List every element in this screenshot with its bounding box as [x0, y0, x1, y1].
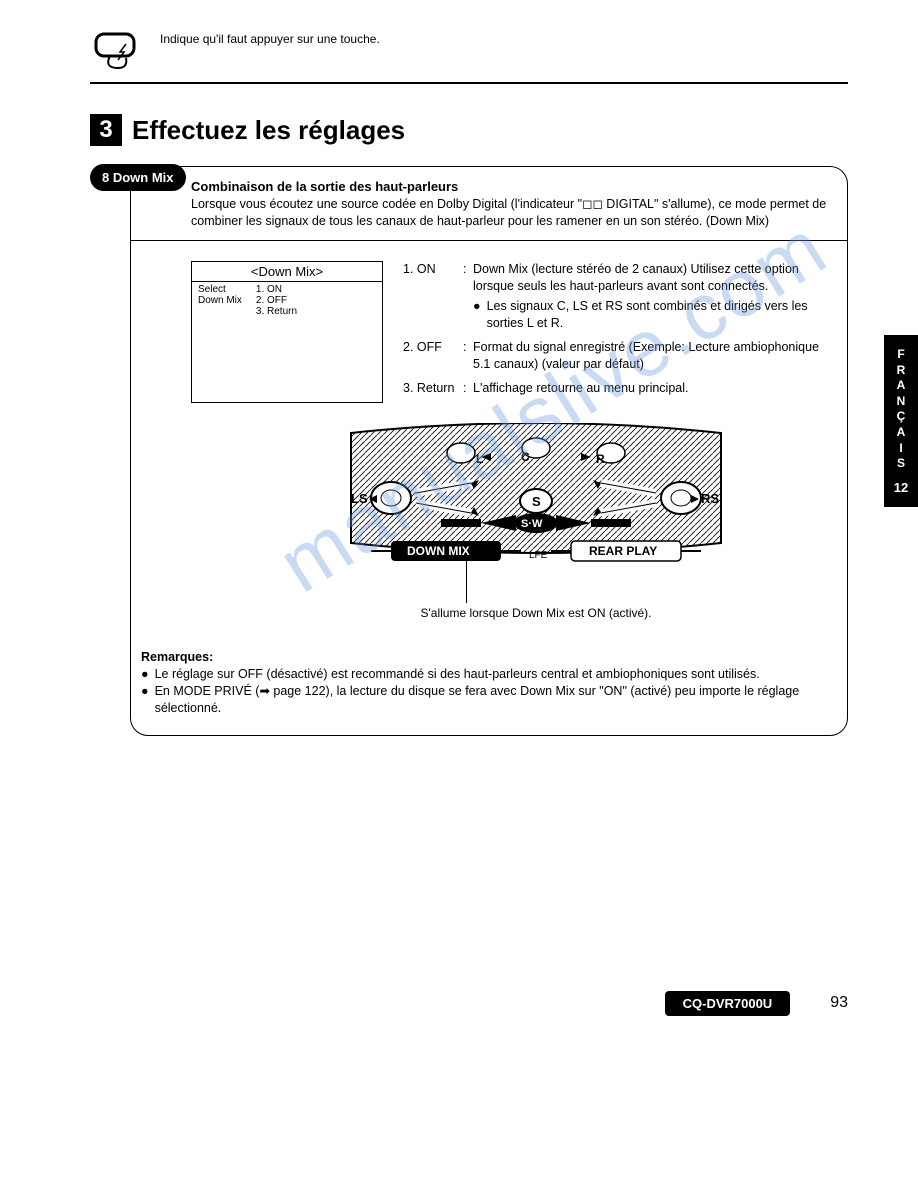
screen-right-col: 1. ON 2. OFF 3. Return: [256, 284, 297, 317]
screen-row: 2. OFF: [256, 295, 297, 306]
label-LS: LS: [351, 491, 368, 506]
remarks: Remarques: ● Le réglage sur OFF (désacti…: [141, 650, 829, 717]
speaker-diagram-svg: L C R LS RS: [341, 423, 731, 573]
option-text: L'affichage retourne au menu principal.: [473, 380, 829, 398]
divider: [90, 82, 848, 84]
screen-row: 3. Return: [256, 306, 297, 317]
bullet-icon: ●: [141, 666, 149, 683]
step-title: Effectuez les réglages: [132, 115, 405, 146]
section-number: 12: [884, 480, 918, 497]
screen-body: Select Down Mix 1. ON 2. OFF 3. Return: [192, 282, 382, 331]
label-LFE: LFE: [529, 550, 548, 561]
option-list: 1. ON : Down Mix (lecture stéréo de 2 ca…: [403, 261, 829, 404]
colon: :: [463, 339, 473, 374]
diagram-caption: S'allume lorsque Down Mix est ON (activé…: [341, 606, 731, 620]
two-column: <Down Mix> Select Down Mix 1. ON 2. OFF …: [191, 261, 829, 404]
header-text: Indique qu'il faut appuyer sur une touch…: [160, 30, 380, 48]
colon: :: [463, 261, 473, 333]
step-heading: 3 Effectuez les réglages: [90, 114, 848, 146]
remark-text: Le réglage sur OFF (désactivé) est recom…: [155, 666, 760, 683]
option-text: Down Mix (lecture stéréo de 2 canaux) Ut…: [473, 262, 799, 294]
label-SW: S·W: [521, 518, 543, 530]
remarks-title: Remarques:: [141, 650, 829, 664]
bullet-row: ● Les signaux C, LS et RS sont combinés …: [473, 298, 829, 333]
step-number-badge: 3: [90, 114, 122, 146]
page-number: 93: [830, 994, 848, 1012]
option-row: 1. ON : Down Mix (lecture stéréo de 2 ca…: [403, 261, 829, 333]
model-badge: CQ-DVR7000U: [665, 991, 791, 1016]
bullet-text: Les signaux C, LS et RS sont combinés et…: [487, 298, 829, 333]
header: Indique qu'il faut appuyer sur une touch…: [90, 30, 848, 74]
option-body: Down Mix (lecture stéréo de 2 canaux) Ut…: [473, 261, 829, 333]
remark-item: ● Le réglage sur OFF (désactivé) est rec…: [141, 666, 829, 683]
option-num: 3. Return: [403, 380, 463, 398]
option-row: 2. OFF : Format du signal enregistré (Ex…: [403, 339, 829, 374]
bullet-icon: ●: [141, 683, 149, 717]
section-subtitle: Combinaison de la sortie des haut-parleu…: [191, 179, 829, 194]
section-intro: Lorsque vous écoutez une source codée en…: [191, 196, 829, 230]
lang-letter: I: [884, 441, 918, 457]
manual-page: Indique qu'il faut appuyer sur une touch…: [0, 0, 918, 776]
remark-item: ● En MODE PRIVÉ (➡ page 122), la lecture…: [141, 683, 829, 717]
label-S: S: [532, 494, 541, 509]
lang-letter: S: [884, 456, 918, 472]
label-L: L: [476, 452, 483, 466]
label-R: R: [596, 452, 605, 466]
lang-letter: N: [884, 394, 918, 410]
footer: CQ-DVR7000U 93: [665, 991, 848, 1016]
lang-letter: F: [884, 347, 918, 363]
option-text: Format du signal enregistré (Exemple: Le…: [473, 339, 829, 374]
screen-row: Down Mix: [198, 295, 242, 306]
section-pill: 8 Down Mix: [90, 164, 186, 191]
section: 8 Down Mix Combinaison de la sortie des …: [130, 166, 848, 736]
lang-letter: Ç: [884, 409, 918, 425]
language-letters: F R A N Ç A I S: [884, 347, 918, 472]
lang-letter: R: [884, 363, 918, 379]
screen-row: 1. ON: [256, 284, 297, 295]
language-tab: F R A N Ç A I S 12: [884, 335, 918, 507]
option-num: 2. OFF: [403, 339, 463, 374]
touch-key-icon: [90, 30, 150, 74]
screen-title: <Down Mix>: [192, 262, 382, 282]
remark-text: En MODE PRIVÉ (➡ page 122), la lecture d…: [155, 683, 829, 717]
thin-divider: [131, 240, 847, 241]
pointer-line: [466, 553, 467, 603]
speaker-diagram: L C R LS RS: [341, 423, 731, 620]
screen-diagram: <Down Mix> Select Down Mix 1. ON 2. OFF …: [191, 261, 383, 404]
colon: :: [463, 380, 473, 398]
screen-left-col: Select Down Mix: [198, 284, 242, 317]
label-rearplay: REAR PLAY: [589, 544, 657, 558]
screen-row: Select: [198, 284, 242, 295]
option-num: 1. ON: [403, 261, 463, 333]
lang-letter: A: [884, 378, 918, 394]
label-C: C: [521, 450, 530, 464]
option-row: 3. Return : L'affichage retourne au menu…: [403, 380, 829, 398]
label-downmix: DOWN MIX: [407, 544, 470, 558]
bullet-icon: ●: [473, 298, 481, 333]
label-RS: RS: [701, 491, 719, 506]
lang-letter: A: [884, 425, 918, 441]
content-box: Combinaison de la sortie des haut-parleu…: [130, 166, 848, 736]
